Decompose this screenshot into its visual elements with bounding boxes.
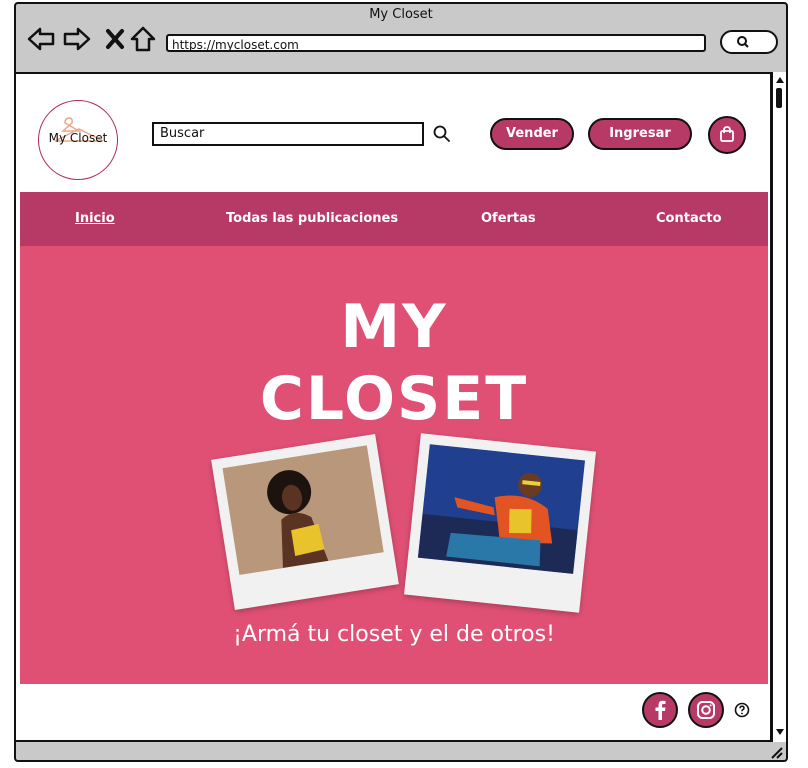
search-icon[interactable]: [432, 124, 452, 144]
nav-item-publicaciones[interactable]: Todas las publicaciones: [226, 192, 398, 246]
photo-woman-red-jacket: [417, 444, 585, 574]
scroll-down-icon[interactable]: [774, 726, 786, 738]
search-input[interactable]: Buscar: [152, 122, 424, 146]
nav-item-contacto[interactable]: Contacto: [656, 192, 722, 246]
forward-arrow-icon[interactable]: [62, 24, 92, 54]
scrollbar[interactable]: [772, 72, 786, 742]
hero-title-line2: CLOSET: [259, 364, 529, 434]
scroll-thumb[interactable]: [776, 88, 782, 108]
resize-grip-icon[interactable]: [770, 746, 784, 760]
instagram-icon: [697, 701, 715, 719]
photo-illustration-1: [222, 445, 384, 575]
polaroid-photo-1: [211, 433, 399, 611]
close-icon[interactable]: [100, 24, 130, 54]
search-icon: [737, 36, 749, 48]
login-button[interactable]: Ingresar: [588, 118, 692, 150]
hero-banner: MY CLOSET ¡Armá tu closet y el de otros!: [20, 246, 768, 684]
photo-woman-yellow-top: [222, 445, 384, 575]
scroll-up-icon[interactable]: [774, 74, 786, 86]
hero-tagline: ¡Armá tu closet y el de otros!: [233, 622, 555, 647]
shopping-bag-icon: [720, 126, 734, 142]
cart-button[interactable]: [708, 116, 746, 154]
instagram-button[interactable]: [688, 692, 724, 728]
home-icon[interactable]: [128, 24, 158, 54]
back-arrow-icon[interactable]: [26, 24, 56, 54]
url-bar[interactable]: https://mycloset.com: [166, 34, 706, 52]
nav-item-inicio[interactable]: Inicio: [75, 192, 115, 246]
browser-window: My Closet https://mycloset.com My Closet…: [14, 2, 788, 762]
browser-search-button[interactable]: [720, 30, 778, 54]
logo-text: My Closet: [48, 131, 108, 145]
hero-title-line1: MY: [340, 292, 448, 362]
facebook-button[interactable]: [642, 692, 678, 728]
main-nav: Inicio Todas las publicaciones Ofertas C…: [20, 192, 768, 246]
page-content: My Closet Buscar Vender Ingresar Inicio …: [16, 72, 772, 742]
logo[interactable]: My Closet: [38, 100, 118, 180]
photo-illustration-2: [417, 444, 585, 574]
polaroid-photo-2: [404, 433, 596, 613]
help-icon[interactable]: [734, 702, 750, 718]
window-title: My Closet: [369, 7, 433, 22]
facebook-icon: [655, 700, 666, 720]
nav-item-ofertas[interactable]: Ofertas: [481, 192, 536, 246]
sell-button[interactable]: Vender: [490, 118, 574, 150]
